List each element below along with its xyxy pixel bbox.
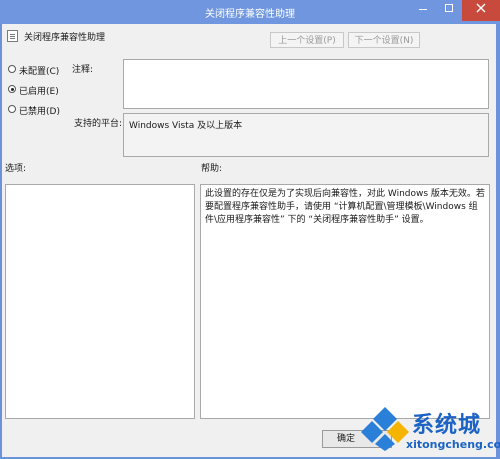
radio-button[interactable] [8, 65, 16, 73]
policy-icon [7, 30, 18, 42]
radio-button[interactable] [8, 105, 16, 113]
previous-setting-button[interactable]: 上一个设置(P) [270, 32, 344, 48]
help-text: 此设置的存在仅是为了实现后向兼容性，对此 Windows 版本无效。若要配置程序… [205, 189, 485, 225]
radio-label: 未配置(C) [19, 67, 60, 77]
dialog-window: 关闭程序兼容性助理 关闭程序兼容性助理 上一个设置(P) 下一个设置(N) 未配… [0, 0, 500, 459]
platform-box: Windows Vista 及以上版本 [123, 113, 489, 157]
windows-logo-icon [361, 407, 409, 451]
title-bar[interactable]: 关闭程序兼容性助理 [0, 0, 500, 24]
watermark-domain: xitongcheng.com [406, 438, 500, 451]
options-label: 选项: [5, 164, 27, 174]
maximize-button[interactable] [436, 0, 462, 21]
watermark: 系统城 xitongcheng.com [356, 401, 500, 459]
radio-label: 已禁用(D) [19, 107, 60, 117]
maximize-icon [445, 4, 453, 12]
radio-label: 已启用(E) [19, 87, 59, 97]
watermark-brand: 系统城 [412, 413, 482, 438]
platform-label: 支持的平台: [74, 119, 123, 129]
help-panel: 此设置的存在仅是为了实现后向兼容性，对此 Windows 版本无效。若要配置程序… [200, 184, 490, 419]
comment-label: 注释: [72, 65, 94, 75]
help-label: 帮助: [201, 164, 223, 174]
comment-textarea[interactable] [123, 59, 489, 109]
minimize-button[interactable] [410, 0, 436, 21]
policy-name: 关闭程序兼容性助理 [24, 33, 106, 43]
radio-button[interactable] [8, 85, 16, 93]
minimize-icon [419, 9, 427, 10]
dialog-client: 关闭程序兼容性助理 上一个设置(P) 下一个设置(N) 未配置(C) 已启用(E… [2, 24, 496, 457]
options-panel[interactable] [5, 184, 195, 419]
close-button[interactable] [462, 0, 500, 21]
close-icon [476, 3, 486, 13]
next-setting-button[interactable]: 下一个设置(N) [348, 32, 420, 48]
platform-value: Windows Vista 及以上版本 [129, 121, 243, 131]
